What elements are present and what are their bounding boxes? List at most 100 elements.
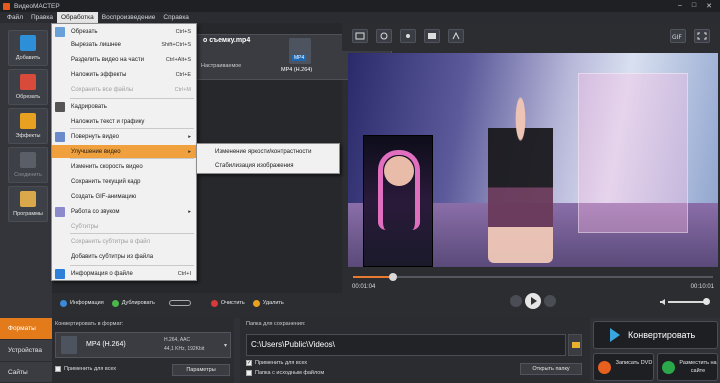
- menu-item-enhance[interactable]: Улучшение видео ▸: [52, 145, 196, 158]
- video-preview[interactable]: [348, 53, 718, 267]
- menu-item-crop[interactable]: Кадрировать: [52, 100, 196, 113]
- menu-item-rotate[interactable]: Повернуть видео ▸: [52, 130, 196, 143]
- menu-edit[interactable]: Правка: [27, 12, 57, 23]
- output-tabs: Форматы Устройства Сайты: [0, 318, 52, 383]
- publish-label: Разместить на сайте: [679, 360, 717, 374]
- process-button[interactable]: Обрезать: [8, 69, 48, 105]
- play-button[interactable]: [525, 293, 541, 309]
- save-path-input[interactable]: C:\Users\Public\Videos\: [246, 334, 566, 356]
- add-subtitles-icon: [55, 252, 65, 262]
- current-time: 00:01:04: [352, 284, 376, 290]
- speed-button[interactable]: [448, 29, 464, 43]
- volume-handle[interactable]: [703, 298, 710, 305]
- upload-icon: [662, 361, 675, 374]
- menu-item-cut-out[interactable]: Вырезать лишнее Shift+Ctrl+S: [52, 38, 196, 51]
- menu-item-effects[interactable]: Наложить эффекты Ctrl+E: [52, 68, 196, 81]
- delete-button[interactable]: Удалить: [252, 299, 284, 307]
- enhance-icon: [55, 147, 65, 157]
- convert-panel: Конвертировать Записать DVD Разместить н…: [593, 321, 718, 381]
- tab-sites[interactable]: Сайты: [0, 362, 52, 383]
- menu-separator: [70, 158, 194, 159]
- menu-item-shortcut: Ctrl+E: [175, 71, 191, 78]
- effects-button[interactable]: Эффекты: [8, 108, 48, 144]
- menu-item-split[interactable]: Разделить видео на части Ctrl+Alt+S: [52, 53, 196, 66]
- volume-slider[interactable]: [668, 298, 710, 305]
- volume-icon[interactable]: [659, 298, 667, 306]
- info-button[interactable]: Информация: [60, 299, 104, 307]
- gif-icon: GIF: [672, 34, 682, 40]
- bottom-panel: Форматы Устройства Сайты Конвертировать …: [0, 318, 720, 383]
- clear-button[interactable]: Очистить: [210, 299, 245, 307]
- burn-dvd-button[interactable]: Записать DVD: [593, 353, 654, 381]
- submenu-item-stabilization[interactable]: Стабилизация изображения: [215, 160, 294, 173]
- fullscreen-icon: [697, 32, 707, 40]
- tab-devices[interactable]: Устройства: [0, 340, 52, 362]
- duplicate-button[interactable]: Дублировать: [111, 299, 155, 307]
- close-icon[interactable]: ✕: [706, 2, 712, 10]
- menu-item-label: Повернуть видео: [71, 133, 120, 140]
- publish-button[interactable]: Разместить на сайте: [657, 353, 718, 381]
- open-folder-button[interactable]: Открыть папку: [520, 363, 582, 375]
- snapshot-button[interactable]: [352, 29, 368, 43]
- cut-icon: [20, 74, 36, 90]
- menu-item-overlay-text[interactable]: Наложить текст и графику: [52, 115, 196, 128]
- format-select[interactable]: MP4 (H.264) H.264, AAC 44,1 KHz, 192Kbit…: [55, 332, 231, 358]
- parameters-button[interactable]: Параметры: [172, 364, 230, 376]
- source-folder-checkbox[interactable]: Папка с исходным файлом: [246, 370, 324, 376]
- menu-item-shortcut: Ctrl+S: [175, 28, 191, 35]
- merge-button[interactable]: Соединить: [8, 147, 48, 183]
- cut-out-icon: [55, 40, 65, 50]
- apply-all-save-checkbox[interactable]: Применить для всех: [246, 360, 307, 366]
- left-toolbar: Добавить Обрезать Эффекты Соединить Прог…: [0, 23, 52, 318]
- menu-item-speed[interactable]: Изменить скорость видео: [52, 160, 196, 173]
- menu-item-shortcut: Shift+Ctrl+S: [161, 41, 191, 48]
- menu-item-add-subtitles[interactable]: Добавить субтитры из файла: [52, 250, 196, 263]
- gif-icon: [55, 192, 65, 202]
- convert-button[interactable]: Конвертировать: [593, 321, 718, 349]
- picture-in-picture: [363, 135, 433, 267]
- timeline-handle[interactable]: [388, 273, 397, 281]
- split-icon: [55, 55, 65, 65]
- clear-icon: [210, 299, 218, 307]
- tab-formats[interactable]: Форматы: [0, 318, 52, 340]
- menu-item-subtitles[interactable]: Субтитры: [52, 220, 196, 233]
- crop-button[interactable]: [376, 29, 392, 43]
- chevron-down-icon: ▾: [223, 343, 227, 349]
- menu-item-shortcut: Ctrl+M: [174, 86, 191, 93]
- brightness-button[interactable]: [400, 29, 416, 43]
- minimize-icon[interactable]: –: [678, 2, 682, 10]
- claw-machine: [578, 73, 688, 233]
- menu-item-label: Сохранить все файлы: [71, 86, 134, 93]
- previous-button[interactable]: [510, 295, 522, 307]
- convert-icon: [610, 328, 620, 342]
- gif-button[interactable]: GIF: [670, 29, 686, 43]
- add-button[interactable]: Добавить: [8, 30, 48, 66]
- menu-item-audio[interactable]: Работа со звуком ▸: [52, 205, 196, 218]
- save-folder-label: Папка для сохранения:: [246, 321, 306, 327]
- fullscreen-button[interactable]: [694, 29, 710, 43]
- maximize-icon[interactable]: □: [692, 2, 696, 10]
- menu-item-file-info[interactable]: Информация о файле Ctrl+I: [52, 267, 196, 280]
- save-frame-icon: [55, 177, 65, 187]
- menu-item-save-all[interactable]: Сохранить все файлы Ctrl+M: [52, 83, 196, 96]
- menu-playback[interactable]: Воспроизведение: [98, 12, 160, 23]
- menu-file[interactable]: Файл: [3, 12, 27, 23]
- menu-item-gif[interactable]: Создать GIF-анимацию: [52, 190, 196, 203]
- text-button[interactable]: [424, 29, 440, 43]
- menu-item-save-subtitles[interactable]: Сохранить субтитры в файл: [52, 235, 196, 248]
- browse-folder-button[interactable]: [568, 334, 582, 356]
- programs-button[interactable]: Программы: [8, 186, 48, 222]
- merge-label: Соединить: [14, 172, 42, 178]
- view-toggle[interactable]: [168, 300, 191, 306]
- window-title: ВидеоМАСТЕР: [14, 2, 60, 10]
- apply-all-format-checkbox[interactable]: Применить для всех: [55, 366, 116, 372]
- menu-help[interactable]: Справка: [159, 12, 193, 23]
- timeline-track[interactable]: [353, 273, 713, 281]
- submenu-item-brightness[interactable]: Изменение яркости/контрастности: [215, 146, 312, 159]
- menu-processing[interactable]: Обработка: [56, 12, 98, 23]
- menu-item-save-frame[interactable]: Сохранить текущий кадр: [52, 175, 196, 188]
- menu-item-trim[interactable]: Обрезать Ctrl+S: [52, 25, 196, 38]
- subtitles-icon: [55, 222, 65, 232]
- format-codec: H.264, AAC: [164, 337, 191, 343]
- next-button[interactable]: [544, 295, 556, 307]
